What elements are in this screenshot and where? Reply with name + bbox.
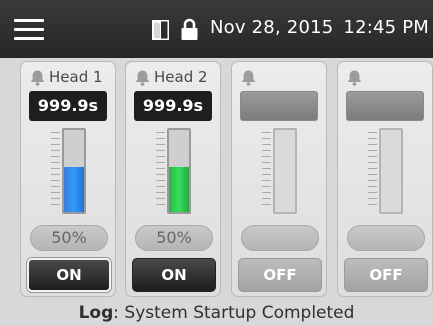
channel-label: Head 2: [154, 68, 208, 86]
log-separator: :: [113, 303, 125, 323]
on-off-toggle[interactable]: ON: [27, 258, 111, 292]
channel-card-head-2: Head 2 999.9s 50% ON: [125, 61, 221, 297]
percent-pill[interactable]: [241, 225, 319, 251]
log-bar: Log: System Startup Completed: [0, 301, 433, 326]
level-gauge: [368, 128, 406, 218]
level-gauge: [262, 128, 300, 218]
channel-card-4: OFF: [337, 61, 433, 297]
level-gauge: [51, 128, 89, 218]
timer-display[interactable]: 999.9s: [29, 91, 107, 121]
gauge-scale: [368, 132, 377, 210]
gauge-tube: [379, 128, 403, 214]
door-icon: [152, 20, 169, 40]
gauge-tube: [273, 128, 297, 214]
timer-display[interactable]: [240, 91, 318, 121]
percent-pill[interactable]: 50%: [30, 225, 108, 251]
date-text: Nov 28, 2015: [210, 17, 334, 38]
channel-label: Head 1: [49, 68, 103, 86]
channel-header: [338, 67, 432, 89]
log-message: System Startup Completed: [124, 303, 355, 323]
level-gauge: [156, 128, 194, 218]
time-text: 12:45 PM: [343, 17, 430, 38]
on-off-toggle[interactable]: OFF: [238, 258, 322, 292]
bell-icon[interactable]: [29, 69, 46, 86]
gauge-scale: [156, 132, 165, 210]
on-off-toggle[interactable]: OFF: [344, 258, 428, 292]
gauge-tube: [167, 128, 191, 214]
hamburger-menu-icon[interactable]: [14, 19, 44, 41]
channel-header: Head 2: [126, 67, 220, 89]
date-time: Nov 28, 2015 12:45 PM: [210, 17, 429, 38]
gauge-scale: [262, 132, 271, 210]
bell-icon[interactable]: [346, 69, 363, 86]
gauge-fill: [169, 166, 189, 212]
percent-pill[interactable]: 50%: [135, 225, 213, 251]
status-bar: Nov 28, 2015 12:45 PM: [0, 0, 433, 58]
channel-header: [232, 67, 326, 89]
timer-display[interactable]: [346, 91, 424, 121]
timer-display[interactable]: 999.9s: [134, 91, 212, 121]
percent-pill[interactable]: [347, 225, 425, 251]
channel-card-head-1: Head 1 999.9s 50% ON: [20, 61, 116, 297]
log-prefix: Log: [78, 303, 114, 323]
channel-card-3: OFF: [231, 61, 327, 297]
bell-icon[interactable]: [134, 69, 151, 86]
gauge-fill: [64, 166, 84, 212]
bell-icon[interactable]: [240, 69, 257, 86]
on-off-toggle[interactable]: ON: [132, 258, 216, 292]
gauge-tube: [62, 128, 86, 214]
gauge-scale: [51, 132, 60, 210]
channel-header: Head 1: [21, 67, 115, 89]
lock-icon: [181, 18, 198, 40]
